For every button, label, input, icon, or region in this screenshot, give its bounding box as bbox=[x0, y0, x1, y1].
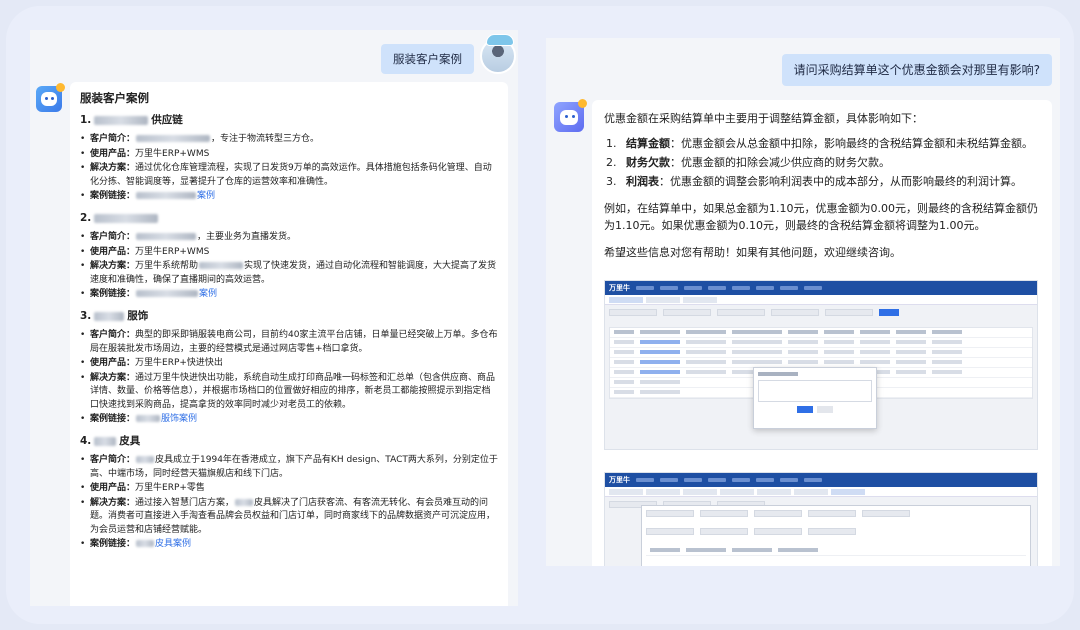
redacted-name bbox=[94, 115, 149, 125]
list-item: 1. 结算金额：优惠金额会从总金额中扣除，影响最终的含税结算金额和未税结算金额。 bbox=[606, 137, 1033, 150]
answer-intro: 优惠金额在采购结算单中主要用于调整结算金额，具体影响如下： bbox=[604, 112, 923, 125]
right-chat-panel: 请问采购结算单这个优惠金额会对那里有影响? 优惠金额在采购结算单中主要用于调整结… bbox=[546, 38, 1060, 566]
list-item: • 使用产品：万里牛ERP+零售 bbox=[80, 483, 205, 493]
bot-avatar-icon bbox=[554, 99, 587, 132]
case-link[interactable]: 案例 bbox=[197, 191, 215, 201]
case-heading: 2. bbox=[80, 212, 498, 226]
answer-closing: 希望这些信息对您有帮助！如果有其他问题，欢迎继续咨询。 bbox=[604, 246, 901, 259]
list-item: • 客户简介： 皮具成立于1994年在香港成立，旗下产品有KH design、TAC… bbox=[80, 455, 498, 479]
bot-answer-card: 服装客户案例 1. 供应链 • 客户简介： ，专注于物流转型三方仓。 • 使用产品：万… bbox=[70, 82, 508, 606]
redacted-name bbox=[94, 213, 159, 223]
redacted-name bbox=[94, 311, 125, 321]
case-number: 4. bbox=[80, 434, 92, 447]
app-logo: 万里牛 bbox=[609, 283, 630, 292]
case-number: 1. bbox=[80, 113, 92, 126]
screenshot-frame: 服装客户案例 服装客户案例 1. 供应链 • 客户简介： ，专注于物流转型三方仓。 … bbox=[6, 6, 1074, 624]
list-item: • 使用产品：万里牛ERP+快进快出 bbox=[80, 358, 223, 368]
list-item: 2. 财务欠款：优惠金额的扣除会减少供应商的财务欠款。 bbox=[606, 156, 890, 169]
bot-answer-card: 优惠金额在采购结算单中主要用于调整结算金额，具体影响如下： 1. 结算金额：优惠金… bbox=[592, 100, 1052, 566]
list-item: 3. 利润表：优惠金额的调整会影响利润表中的成本部分，从而影响最终的利润计算。 bbox=[606, 175, 1022, 188]
answer-title: 服装客户案例 bbox=[80, 91, 149, 105]
bot-avatar-icon bbox=[36, 83, 65, 112]
redacted-name bbox=[94, 436, 117, 446]
app-detail-panel bbox=[641, 505, 1031, 566]
left-chat-panel: 服装客户案例 服装客户案例 1. 供应链 • 客户简介： ，专注于物流转型三方仓。 … bbox=[30, 30, 518, 606]
user-question-bubble: 请问采购结算单这个优惠金额会对那里有影响? bbox=[781, 54, 1052, 86]
list-item: • 使用产品：万里牛ERP+WMS bbox=[80, 148, 210, 159]
list-item: • 客户简介： ，主要业务为直播发货。 bbox=[80, 232, 297, 242]
case-number: 3. bbox=[80, 309, 92, 322]
case-link[interactable]: 服饰案例 bbox=[161, 414, 197, 424]
case-heading: 4. 皮具 bbox=[80, 435, 498, 449]
list-item: • 案例链接： 案例 bbox=[80, 191, 216, 201]
embedded-app-screenshot[interactable]: 万里牛 bbox=[604, 472, 1038, 566]
list-item: • 案例链接： 服饰案例 bbox=[80, 414, 198, 424]
list-item: • 解决方案：通过优化仓库管理流程，实现了日发货9万单的高效运作。具体措施包括条码… bbox=[80, 163, 492, 187]
list-item: • 使用产品：万里牛ERP+WMS bbox=[80, 246, 210, 257]
case-name-suffix: 服饰 bbox=[127, 309, 149, 322]
list-item: • 解决方案：万里牛系统帮助 实现了快速发货，通过自动化流程和智能调度，大大提高了发… bbox=[80, 261, 497, 285]
user-question-bubble: 服装客户案例 bbox=[381, 44, 474, 74]
case-number: 2. bbox=[80, 211, 92, 224]
list-item: • 客户简介：典型的即采即销服装电商公司，目前约40家主流平台店铺，日单量已经突破… bbox=[80, 330, 498, 354]
answer-example: 例如，在结算单中，如果总金额为1.10元，优惠金额为0.00元，则最终的含税结算… bbox=[604, 202, 1038, 232]
case-heading: 1. 供应链 bbox=[80, 114, 498, 128]
list-item: • 解决方案：通过接入智慧门店方案， 皮具解决了门店获客流、有客流无转化、有会员难互… bbox=[80, 497, 496, 535]
app-dialog bbox=[753, 367, 877, 429]
case-name-suffix: 皮具 bbox=[119, 434, 141, 447]
case-link[interactable]: 案例 bbox=[199, 289, 217, 299]
list-item: • 解决方案：通过万里牛快进快出功能，系统自动生成打印商品唯一码标签和汇总单（包含… bbox=[80, 372, 496, 410]
embedded-app-screenshot[interactable]: 万里牛 bbox=[604, 280, 1038, 450]
list-item: • 案例链接： 皮具案例 bbox=[80, 539, 192, 549]
user-avatar bbox=[480, 34, 516, 74]
case-name-suffix: 供应链 bbox=[151, 113, 183, 126]
app-logo: 万里牛 bbox=[609, 475, 630, 484]
case-heading: 3. 服饰 bbox=[80, 310, 498, 324]
list-item: • 案例链接： 案例 bbox=[80, 289, 218, 299]
list-item: • 客户简介： ，专注于物流转型三方仓。 bbox=[80, 134, 320, 144]
case-link[interactable]: 皮具案例 bbox=[155, 539, 191, 549]
